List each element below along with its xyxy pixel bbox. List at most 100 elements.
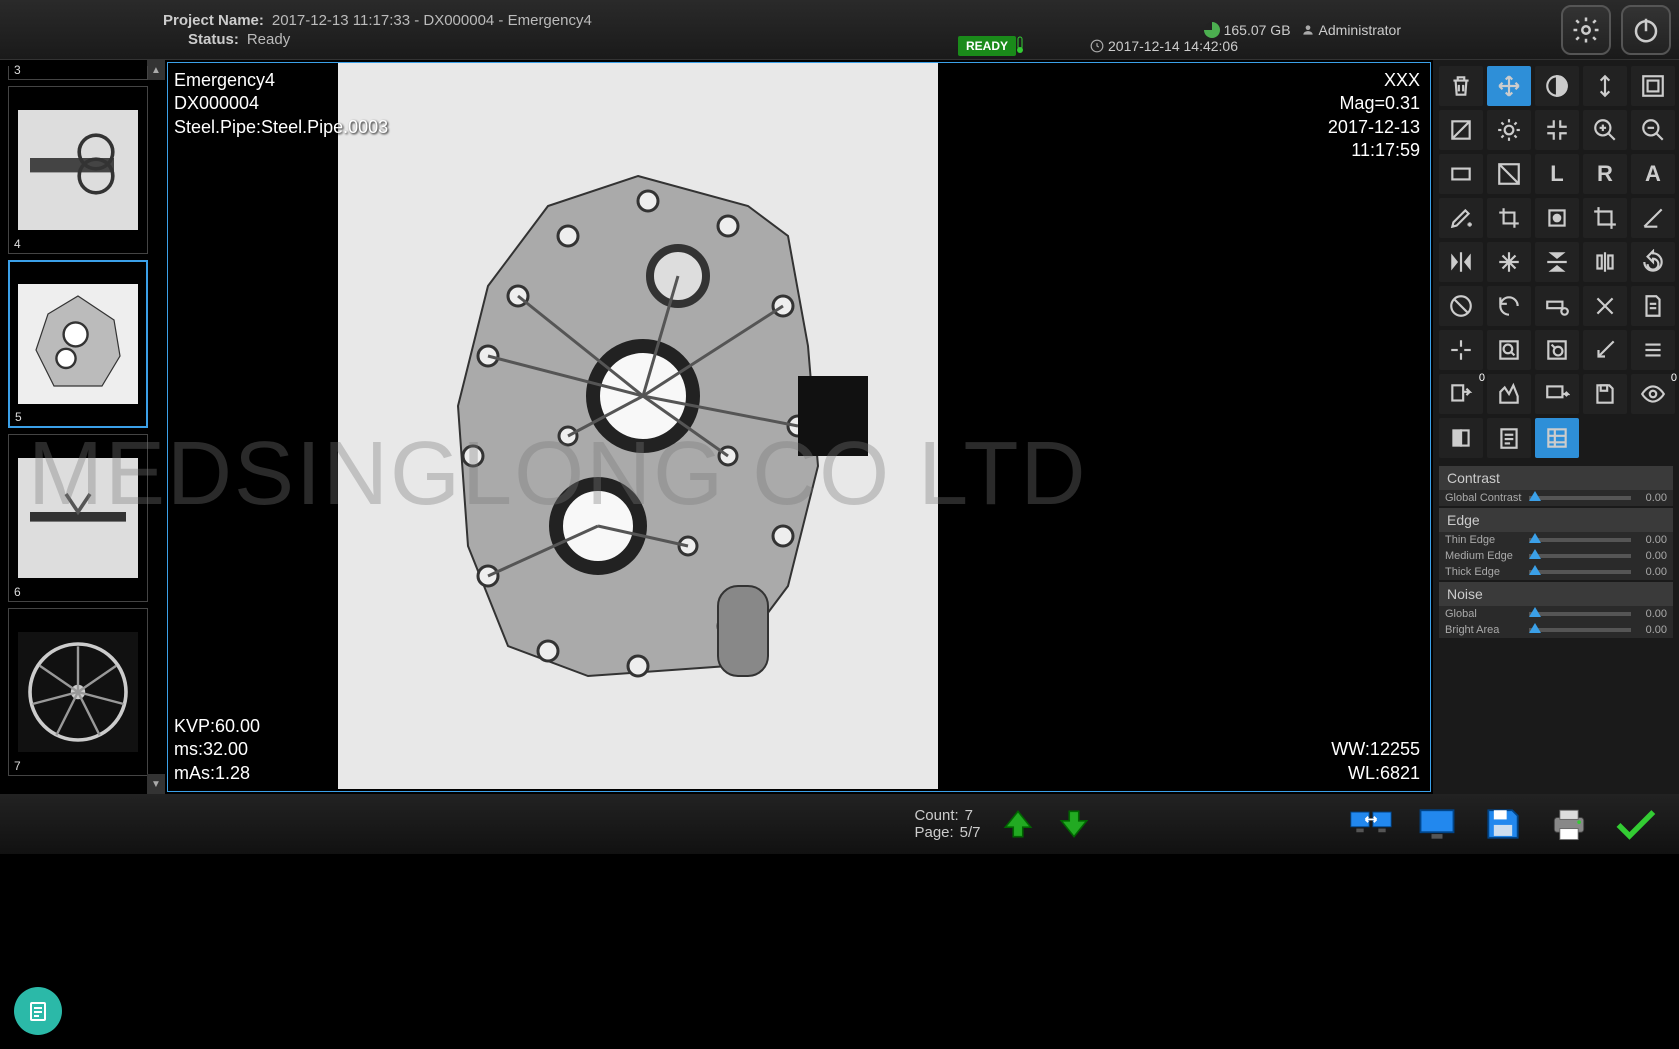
rotate-ccw-tool[interactable] (1487, 286, 1531, 326)
angle-icon (1640, 205, 1666, 231)
thumbnail-3[interactable]: 3 (8, 66, 148, 80)
global-contrast-slider[interactable] (1529, 496, 1631, 500)
actual-size-tool[interactable] (1535, 110, 1579, 150)
mirror-h-tool[interactable] (1439, 242, 1483, 282)
roi-tool[interactable] (1535, 198, 1579, 238)
accept-button[interactable] (1611, 804, 1659, 844)
status-label: Status: (188, 31, 239, 48)
zoom-out-tool[interactable] (1631, 110, 1675, 150)
table-tool[interactable] (1535, 418, 1579, 458)
rect-tool[interactable] (1439, 154, 1483, 194)
thumbnail-4[interactable]: 4 (8, 86, 148, 254)
notes-fab-button[interactable] (14, 987, 62, 1035)
thick-edge-slider[interactable] (1529, 570, 1631, 574)
annotate-tool[interactable] (1439, 198, 1483, 238)
visibility-tool[interactable]: 0 (1631, 374, 1675, 414)
settings-button[interactable] (1561, 5, 1611, 55)
power-button[interactable] (1621, 5, 1671, 55)
thumbnail-6[interactable]: 6 (8, 434, 148, 602)
mirror2-tool[interactable] (1583, 242, 1627, 282)
thumbnail-5[interactable]: 5 (8, 260, 148, 428)
noise-global-val: 0.00 (1637, 608, 1667, 620)
pencil-plus-icon (1448, 205, 1474, 231)
delete-tool[interactable] (1439, 66, 1483, 106)
document-tool[interactable] (1631, 286, 1675, 326)
a-marker-tool[interactable]: A (1631, 154, 1675, 194)
dicom-send-tool[interactable] (1535, 374, 1579, 414)
medium-edge-slider[interactable] (1529, 554, 1631, 558)
list-tool[interactable] (1631, 330, 1675, 370)
zoom-in-icon (1592, 117, 1618, 143)
gear-icon (1571, 15, 1601, 45)
image-viewer[interactable]: MEDSINGLONG CO LTD Emergency4DX000004Ste… (167, 62, 1431, 792)
status-value: Ready (247, 31, 290, 48)
thumb-scroll-down[interactable]: ▼ (147, 774, 165, 794)
window-tool[interactable] (1439, 110, 1483, 150)
save-button[interactable] (1479, 804, 1527, 844)
contrast-tool[interactable] (1535, 66, 1579, 106)
invert-tool[interactable] (1439, 418, 1483, 458)
thumbnail-7[interactable]: 7 (8, 608, 148, 776)
close-tool[interactable] (1583, 286, 1627, 326)
print-button[interactable] (1545, 804, 1593, 844)
crosshair-tool[interactable] (1439, 330, 1483, 370)
next-page-button[interactable] (1055, 805, 1093, 843)
ruler-settings-tool[interactable] (1535, 286, 1579, 326)
arrow-dl-icon (1592, 337, 1618, 363)
roi-zoom-tool[interactable] (1535, 330, 1579, 370)
zoom-box2-icon (1544, 337, 1570, 363)
brightness-tool[interactable] (1487, 110, 1531, 150)
user-name: Administrator (1319, 22, 1401, 38)
noise-global-label: Global (1445, 608, 1523, 620)
thumb-num: 5 (12, 410, 25, 424)
monitor-send-icon (1544, 381, 1570, 407)
nosign-icon (1448, 293, 1474, 319)
noise-header: Noise (1439, 582, 1673, 606)
export-tool[interactable]: 0 (1439, 374, 1483, 414)
fit-tool[interactable] (1631, 66, 1675, 106)
save-disk-tool[interactable] (1583, 374, 1627, 414)
no-tool[interactable] (1439, 286, 1483, 326)
pan-tool[interactable] (1487, 66, 1531, 106)
prev-page-button[interactable] (999, 805, 1037, 843)
l-marker-tool[interactable]: L (1535, 154, 1579, 194)
dual-monitor-button[interactable] (1347, 804, 1395, 844)
region-zoom-tool[interactable] (1487, 330, 1531, 370)
zoom-in-tool[interactable] (1583, 110, 1627, 150)
r-icon: R (1597, 161, 1613, 187)
page-label: Page: (914, 824, 953, 841)
crop-tool[interactable] (1487, 198, 1531, 238)
shutter-tool[interactable] (1487, 154, 1531, 194)
flip-v-tool[interactable] (1583, 66, 1627, 106)
target-box-icon (1544, 205, 1570, 231)
mirror-h-icon (1448, 249, 1474, 275)
reset-tool[interactable] (1631, 242, 1675, 282)
mirror-v-tool[interactable] (1535, 242, 1579, 282)
check-icon (1613, 805, 1657, 843)
sparkle-tool[interactable] (1487, 242, 1531, 282)
printer-icon (1547, 805, 1591, 843)
thin-edge-slider[interactable] (1529, 538, 1631, 542)
noise-bright-slider[interactable] (1529, 628, 1631, 632)
r-marker-tool[interactable]: R (1583, 154, 1627, 194)
crop2-tool[interactable] (1583, 198, 1627, 238)
move-icon (1496, 73, 1522, 99)
zoom-out-icon (1640, 117, 1666, 143)
thumb-scroll-up[interactable]: ▲ (147, 60, 165, 80)
overlay-top-right: XXXMag=0.312017-12-1311:17:59 (1328, 69, 1420, 163)
count-page-block: Count: 7 Page: 5/7 (914, 807, 980, 841)
noise-bright-label: Bright Area (1445, 624, 1523, 636)
thumb-num: 3 (11, 63, 24, 77)
rect-icon (1448, 161, 1474, 187)
histogram-tool[interactable] (1487, 374, 1531, 414)
ruler-gear-icon (1544, 293, 1570, 319)
noise-global-slider[interactable] (1529, 612, 1631, 616)
angle-tool[interactable] (1631, 198, 1675, 238)
user-indicator[interactable]: Administrator (1301, 22, 1401, 38)
pointer-tool[interactable] (1583, 330, 1627, 370)
noise-bright-val: 0.00 (1637, 624, 1667, 636)
monitor-button[interactable] (1413, 804, 1461, 844)
medium-edge-val: 0.00 (1637, 550, 1667, 562)
notes-tool[interactable] (1487, 418, 1531, 458)
xray-part-icon (388, 146, 888, 706)
